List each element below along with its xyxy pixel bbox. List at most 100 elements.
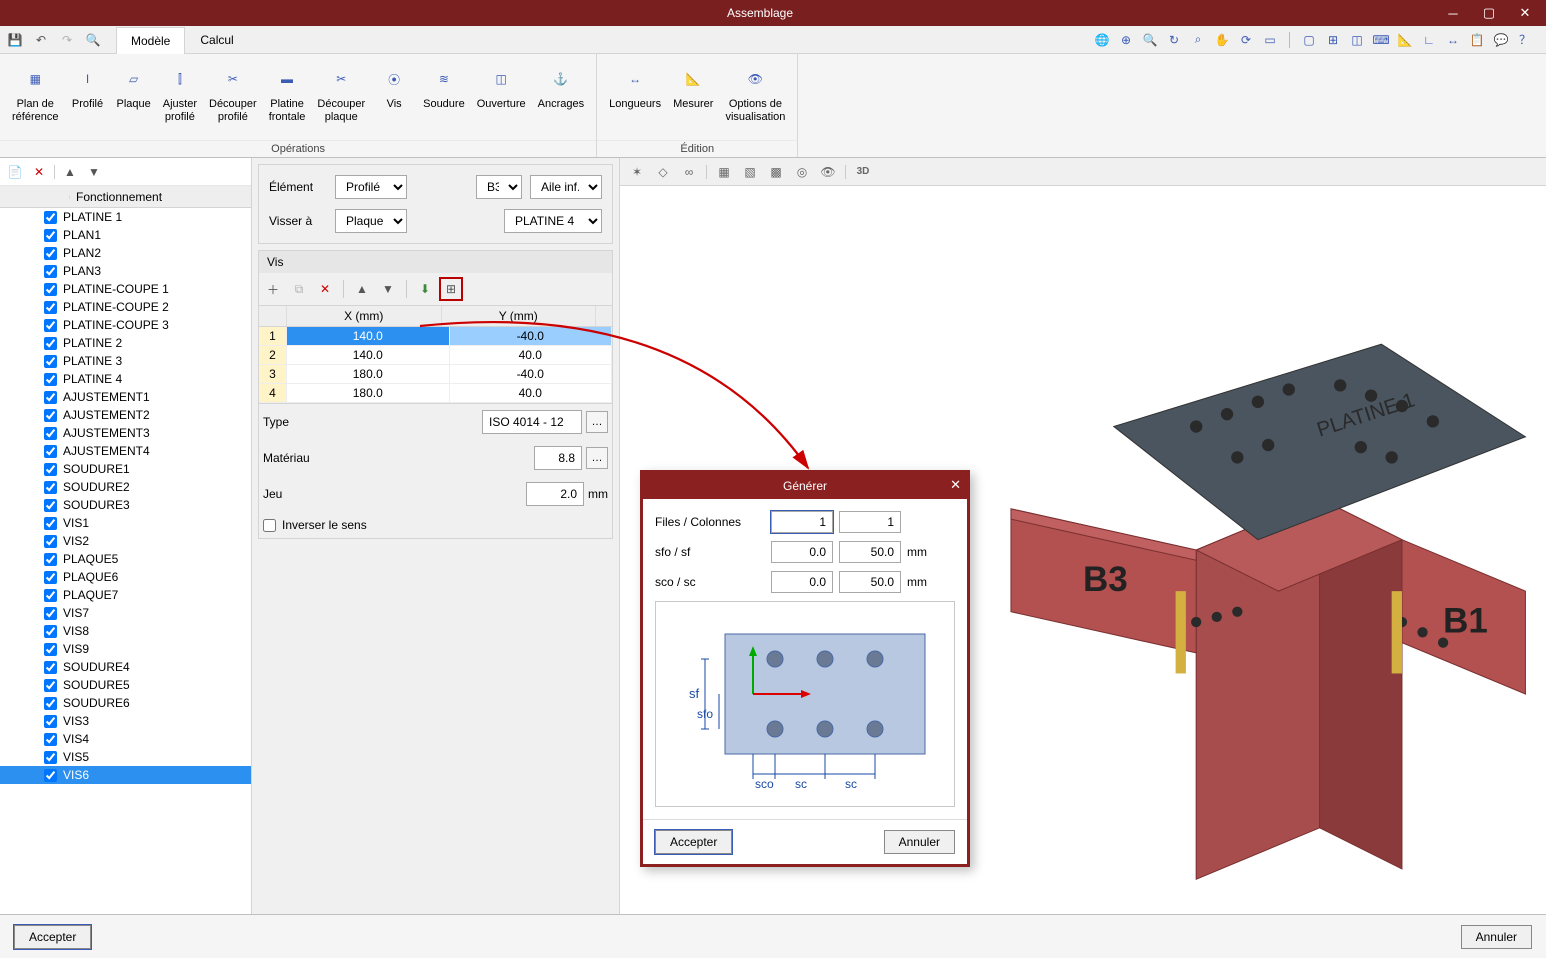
tree-checkbox[interactable]: [44, 535, 57, 548]
tree-checkbox[interactable]: [44, 643, 57, 656]
keyboard-icon[interactable]: ⌨: [1372, 31, 1390, 49]
ribbon-btn-1[interactable]: IProfilé: [64, 58, 110, 138]
units-icon[interactable]: 📐: [1396, 31, 1414, 49]
infinity-icon[interactable]: ∞: [680, 163, 698, 181]
minimize-button[interactable]: ─: [1436, 2, 1470, 24]
element-select[interactable]: Profilé: [335, 175, 407, 199]
tab-model[interactable]: Modèle: [116, 27, 185, 54]
tree-row[interactable]: PLAQUE5: [0, 550, 251, 568]
tree-row[interactable]: AJUSTEMENT4: [0, 442, 251, 460]
tree-checkbox[interactable]: [44, 481, 57, 494]
help-icon[interactable]: ？: [1516, 31, 1534, 49]
vp-layers-icon[interactable]: ▦: [715, 163, 733, 181]
tree-row[interactable]: SOUDURE4: [0, 658, 251, 676]
tree-row[interactable]: VIS6: [0, 766, 251, 784]
tooltip-icon[interactable]: 💬: [1492, 31, 1510, 49]
zoom-in-icon[interactable]: 🔍: [1141, 31, 1159, 49]
sfo-input[interactable]: [771, 541, 833, 563]
delete-icon[interactable]: ✕: [30, 163, 48, 181]
close-button[interactable]: ✕: [1508, 2, 1542, 24]
tree-checkbox[interactable]: [44, 355, 57, 368]
tree-row[interactable]: SOUDURE3: [0, 496, 251, 514]
tree-checkbox[interactable]: [44, 229, 57, 242]
tree-row[interactable]: AJUSTEMENT1: [0, 388, 251, 406]
zoom-extents-icon[interactable]: ⊕: [1117, 31, 1135, 49]
tree-checkbox[interactable]: [44, 715, 57, 728]
tree-checkbox[interactable]: [44, 661, 57, 674]
grid-row[interactable]: 1140.0-40.0: [259, 327, 612, 346]
tree-checkbox[interactable]: [44, 319, 57, 332]
tree-row[interactable]: SOUDURE2: [0, 478, 251, 496]
tree-checkbox[interactable]: [44, 607, 57, 620]
tree-checkbox[interactable]: [44, 301, 57, 314]
visser-select[interactable]: Plaque: [335, 209, 407, 233]
maximize-button[interactable]: ▢: [1472, 2, 1506, 24]
tree-row[interactable]: VIS3: [0, 712, 251, 730]
tree-checkbox[interactable]: [44, 571, 57, 584]
tab-calcul[interactable]: Calcul: [185, 26, 248, 53]
grid-row[interactable]: 2140.040.0: [259, 346, 612, 365]
dialog-accept-button[interactable]: Accepter: [655, 830, 732, 854]
tree-row[interactable]: AJUSTEMENT2: [0, 406, 251, 424]
tree-row[interactable]: PLAQUE7: [0, 586, 251, 604]
tree-checkbox[interactable]: [44, 337, 57, 350]
beam-select[interactable]: B3: [476, 175, 522, 199]
vp-materials-icon[interactable]: ▩: [767, 163, 785, 181]
tree-row[interactable]: PLAQUE6: [0, 568, 251, 586]
tree-checkbox[interactable]: [44, 769, 57, 782]
tree-checkbox[interactable]: [44, 283, 57, 296]
tree-row[interactable]: PLATINE 4: [0, 370, 251, 388]
main-cancel-button[interactable]: Annuler: [1461, 925, 1532, 949]
ribbon-btn-5[interactable]: ▬Platine frontale: [263, 58, 312, 138]
generate-grid-icon[interactable]: ⊞: [441, 279, 461, 299]
ribbon-btn-0[interactable]: ▦Plan de référence: [6, 58, 64, 138]
pan-icon[interactable]: ✋: [1213, 31, 1231, 49]
grid-row[interactable]: 4180.040.0: [259, 384, 612, 403]
mat-field[interactable]: [534, 446, 582, 470]
tree-row[interactable]: PLATINE-COUPE 3: [0, 316, 251, 334]
ribbon-btn-10[interactable]: ⚓Ancrages: [532, 58, 590, 138]
refresh-icon[interactable]: ↻: [1165, 31, 1183, 49]
tree-checkbox[interactable]: [44, 517, 57, 530]
tree-row[interactable]: PLATINE 2: [0, 334, 251, 352]
tree-row[interactable]: AJUSTEMENT3: [0, 424, 251, 442]
axis-icon[interactable]: ✶: [628, 163, 646, 181]
tree-checkbox[interactable]: [44, 247, 57, 260]
tree-row[interactable]: PLATINE 1: [0, 208, 251, 226]
tree-row[interactable]: SOUDURE1: [0, 460, 251, 478]
move-down-icon[interactable]: ▼: [85, 163, 103, 181]
tree-checkbox[interactable]: [44, 697, 57, 710]
sf-input[interactable]: [839, 541, 901, 563]
invert-checkbox[interactable]: [263, 519, 276, 532]
snap-icon[interactable]: ◫: [1348, 31, 1366, 49]
tree-row[interactable]: VIS8: [0, 622, 251, 640]
down-icon[interactable]: ▼: [378, 279, 398, 299]
tree-checkbox[interactable]: [44, 553, 57, 566]
cols-input[interactable]: [839, 511, 901, 533]
sc-input[interactable]: [839, 571, 901, 593]
cube-icon[interactable]: ◇: [654, 163, 672, 181]
jeu-field[interactable]: [526, 482, 584, 506]
tree-checkbox[interactable]: [44, 409, 57, 422]
rows-input[interactable]: [771, 511, 833, 533]
tree-checkbox[interactable]: [44, 589, 57, 602]
vp-hide-icon[interactable]: 👁: [819, 163, 837, 181]
ribbon-edit-btn-1[interactable]: 📐Mesurer: [667, 58, 719, 138]
tree-checkbox[interactable]: [44, 445, 57, 458]
tree-checkbox[interactable]: [44, 733, 57, 746]
tree-checkbox[interactable]: [44, 499, 57, 512]
ribbon-btn-2[interactable]: ▱Plaque: [110, 58, 156, 138]
tree-row[interactable]: PLATINE-COUPE 1: [0, 280, 251, 298]
import-icon[interactable]: ⬇: [415, 279, 435, 299]
tree-checkbox[interactable]: [44, 265, 57, 278]
tree-row[interactable]: PLATINE-COUPE 2: [0, 298, 251, 316]
single-view-icon[interactable]: ▢: [1300, 31, 1318, 49]
zoom-window-icon[interactable]: ⌕: [1189, 31, 1207, 49]
dialog-close-icon[interactable]: ✕: [950, 477, 961, 493]
tree-checkbox[interactable]: [44, 373, 57, 386]
mat-more-button[interactable]: …: [586, 447, 608, 469]
platine-select[interactable]: PLATINE 4: [504, 209, 602, 233]
tree-row[interactable]: PLAN2: [0, 244, 251, 262]
copy-icon[interactable]: 📄: [6, 163, 24, 181]
tree-row[interactable]: VIS4: [0, 730, 251, 748]
